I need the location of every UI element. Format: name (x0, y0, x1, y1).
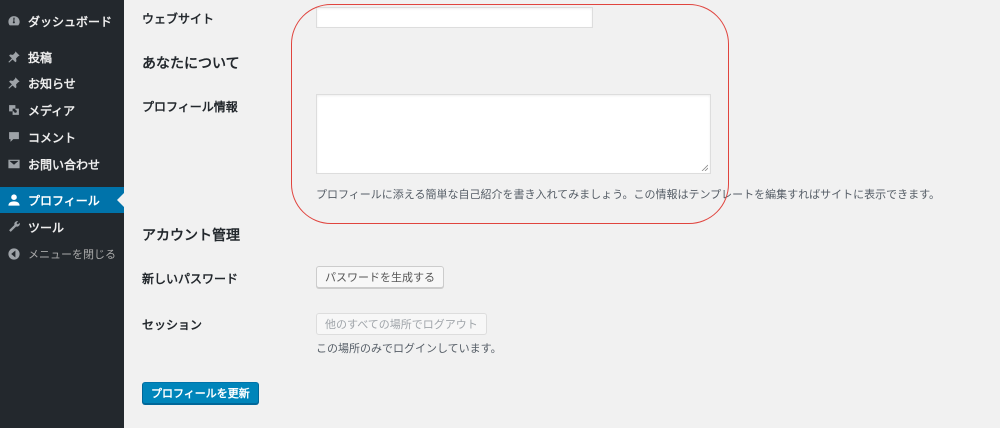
bio-description: プロフィールに添える簡単な自己紹介を書き入れてみましょう。この情報はテンプレート… (316, 188, 941, 201)
logout-everywhere-button[interactable]: 他のすべての場所でログアウト (316, 313, 487, 335)
sidebar-item-profile[interactable]: プロフィール (0, 187, 124, 213)
sidebar-item-label: メニューを閉じる (28, 248, 116, 261)
dashboard-icon (0, 14, 28, 28)
website-input[interactable] (316, 7, 593, 28)
sidebar-item-label: ツール (28, 220, 65, 235)
sidebar-item-media[interactable]: メディア (0, 97, 124, 123)
media-icon (0, 103, 28, 117)
sidebar-item-label: ダッシュボード (28, 14, 113, 29)
profile-form: ウェブサイト あなたについて プロフィール情報 プロフィールに添える簡単な自己紹… (124, 0, 1000, 428)
sidebar-item-posts[interactable]: 投稿 (0, 44, 124, 70)
sessions-description: この場所のみでログインしています。 (316, 342, 502, 355)
sidebar-item-label: 投稿 (28, 50, 53, 65)
new-password-label: 新しいパスワード (142, 272, 239, 286)
pin-icon (0, 76, 28, 90)
sidebar-item-label: プロフィール (28, 193, 100, 208)
sessions-label: セッション (142, 318, 203, 332)
sidebar-item-label: お知らせ (28, 76, 76, 91)
sidebar-item-comments[interactable]: コメント (0, 124, 124, 150)
mail-icon (0, 157, 28, 171)
sidebar-item-label: お問い合わせ (28, 157, 101, 172)
about-section-title: あなたについて (142, 56, 240, 72)
account-section-title: アカウント管理 (142, 228, 240, 244)
wrench-icon (0, 220, 28, 234)
pin-icon (0, 50, 28, 64)
website-label: ウェブサイト (142, 12, 215, 26)
generate-password-button[interactable]: パスワードを生成する (316, 266, 444, 288)
user-icon (0, 193, 28, 207)
sidebar-item-dashboard[interactable]: ダッシュボード (0, 8, 124, 34)
bio-textarea[interactable] (316, 94, 711, 174)
resize-handle-icon[interactable] (701, 164, 708, 171)
sidebar-item-label: メディア (28, 103, 76, 118)
comment-icon (0, 130, 28, 144)
sidebar-item-news[interactable]: お知らせ (0, 70, 124, 96)
sidebar-item-label: コメント (28, 130, 77, 145)
update-profile-button[interactable]: プロフィールを更新 (142, 382, 259, 404)
bio-label: プロフィール情報 (142, 100, 238, 114)
collapse-icon (0, 247, 28, 261)
sidebar-item-tools[interactable]: ツール (0, 214, 124, 240)
sidebar-item-contact[interactable]: お問い合わせ (0, 151, 124, 177)
sidebar-collapse-menu[interactable]: メニューを閉じる (0, 241, 124, 267)
admin-sidebar: ダッシュボード 投稿 お知らせ メディア コメント お問い合わせ プロフィール … (0, 0, 124, 428)
